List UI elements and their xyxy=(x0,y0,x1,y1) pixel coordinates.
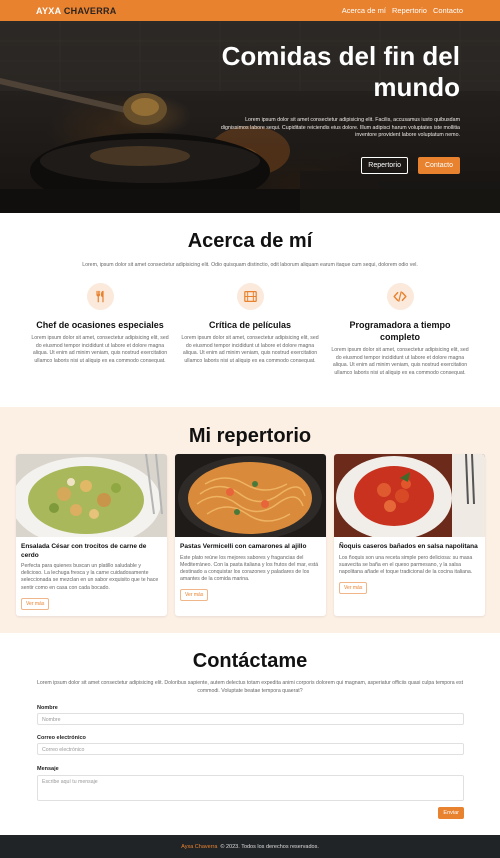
film-icon xyxy=(236,283,264,310)
code-icon xyxy=(386,283,414,310)
send-button[interactable]: Enviar xyxy=(438,807,464,819)
feature-text: Lorem ipsum dolor sit amet, consectetur … xyxy=(331,347,469,376)
card-text: Perfecta para quienes buscan un platillo… xyxy=(21,563,159,591)
see-more-button[interactable]: Ver más xyxy=(21,597,50,610)
repertoire-button[interactable]: Repertorio xyxy=(361,157,408,174)
email-field[interactable]: Correo electrónico xyxy=(37,743,464,755)
gnocchi-napolitana-photo xyxy=(334,454,485,537)
card-title: Pastas Vermicelli con camarones al ajill… xyxy=(180,543,307,550)
about-section: Acerca de mí Lorem, ipsum dolor sit amet… xyxy=(0,213,500,407)
card-title: Ñoquis caseros bañados en salsa napolita… xyxy=(339,543,478,550)
nav-links: Acerca de mí Repertorio Contacto xyxy=(342,6,463,15)
vermicelli-shrimp-photo xyxy=(175,454,326,537)
feature-code: Programadora a tiempo completo Lorem ips… xyxy=(325,283,475,377)
name-label: Nombre xyxy=(37,705,58,711)
feature-title: Chef de ocasiones especiales xyxy=(36,320,164,330)
footer-brand-link[interactable]: Ayxa Chaverra xyxy=(181,844,217,850)
message-textarea[interactable]: Escribe aquí tu mensaje xyxy=(37,775,464,801)
see-more-button[interactable]: Ver más xyxy=(180,589,209,602)
cards-row: Ensalada César con trocitos de carne de … xyxy=(16,454,485,616)
message-label: Mensaje xyxy=(37,766,59,772)
name-field[interactable]: Nombre xyxy=(37,713,464,725)
navbar: AYXA CHAVERRA Acerca de mí Repertorio Co… xyxy=(0,0,500,21)
card-body: Ensalada César con trocitos de carne de … xyxy=(16,537,167,616)
brand-part2: CHAVERRA xyxy=(63,5,117,16)
hero-text: Lorem ipsum dolor sit amet consectetur a… xyxy=(220,117,460,138)
brand-part1: AYXA xyxy=(36,5,62,16)
caesar-salad-photo xyxy=(16,454,167,537)
card-body: Ñoquis caseros bañados en salsa napolita… xyxy=(334,537,485,600)
email-label: Correo electrónico xyxy=(37,735,86,741)
nav-link-contact[interactable]: Contacto xyxy=(433,6,463,15)
repertoire-section: Mi repertorio Ensalada César con trocito… xyxy=(0,407,500,633)
card-body: Pastas Vermicelli con camarones al ajill… xyxy=(175,537,326,607)
nav-link-repertoire[interactable]: Repertorio xyxy=(392,6,427,15)
see-more-button[interactable]: Ver más xyxy=(339,582,368,595)
footer: Ayxa Chaverra © 2023. Todos los derechos… xyxy=(0,835,500,858)
feature-title: Crítica de películas xyxy=(208,320,292,330)
nav-link-about[interactable]: Acerca de mí xyxy=(342,6,386,15)
recipe-card: Ñoquis caseros bañados en salsa napolita… xyxy=(334,454,485,616)
brand-logo[interactable]: AYXA CHAVERRA xyxy=(36,6,117,16)
hero-buttons: Repertorio Contacto xyxy=(361,157,460,174)
contact-section: Contáctame Lorem ipsum dolor sit amet co… xyxy=(0,633,500,835)
recipe-card: Ensalada César con trocitos de carne de … xyxy=(16,454,167,616)
contact-intro: Lorem ipsum dolor sit amet consectetur a… xyxy=(36,680,464,694)
card-text: Este plato reúne los mejores sabores y f… xyxy=(180,554,319,583)
about-intro: Lorem, ipsum dolor sit amet consectetur … xyxy=(82,262,418,268)
about-title: Acerca de mí xyxy=(187,230,313,252)
feature-title: Programadora a tiempo completo xyxy=(349,320,451,342)
feature-film: Crítica de películas Lorem ipsum dolor s… xyxy=(175,283,325,377)
feature-chef: Chef de ocasiones especiales Lorem ipsum… xyxy=(25,283,175,377)
feature-text: Lorem ipsum dolor sit amet, consectetur … xyxy=(31,335,169,364)
hero-section: Comidas del fin del mundo Lorem ipsum do… xyxy=(0,21,500,213)
feature-text: Lorem ipsum dolor sit amet, consectetur … xyxy=(181,335,319,364)
contact-button[interactable]: Contacto xyxy=(417,157,460,174)
utensils-icon xyxy=(86,283,114,310)
contact-title: Contáctame xyxy=(192,650,308,672)
recipe-card: Pastas Vermicelli con camarones al ajill… xyxy=(175,454,326,616)
features-row: Chef de ocasiones especiales Lorem ipsum… xyxy=(25,283,475,377)
hero-title: Comidas del fin del mundo xyxy=(221,41,460,102)
card-text: Los ñoquis son una receta simple pero de… xyxy=(339,554,473,575)
card-title: Ensalada César con trocitos de carne de … xyxy=(21,543,147,559)
repertoire-title: Mi repertorio xyxy=(188,425,312,447)
footer-copyright: © 2023. Todos los derechos reservados. xyxy=(220,843,319,850)
